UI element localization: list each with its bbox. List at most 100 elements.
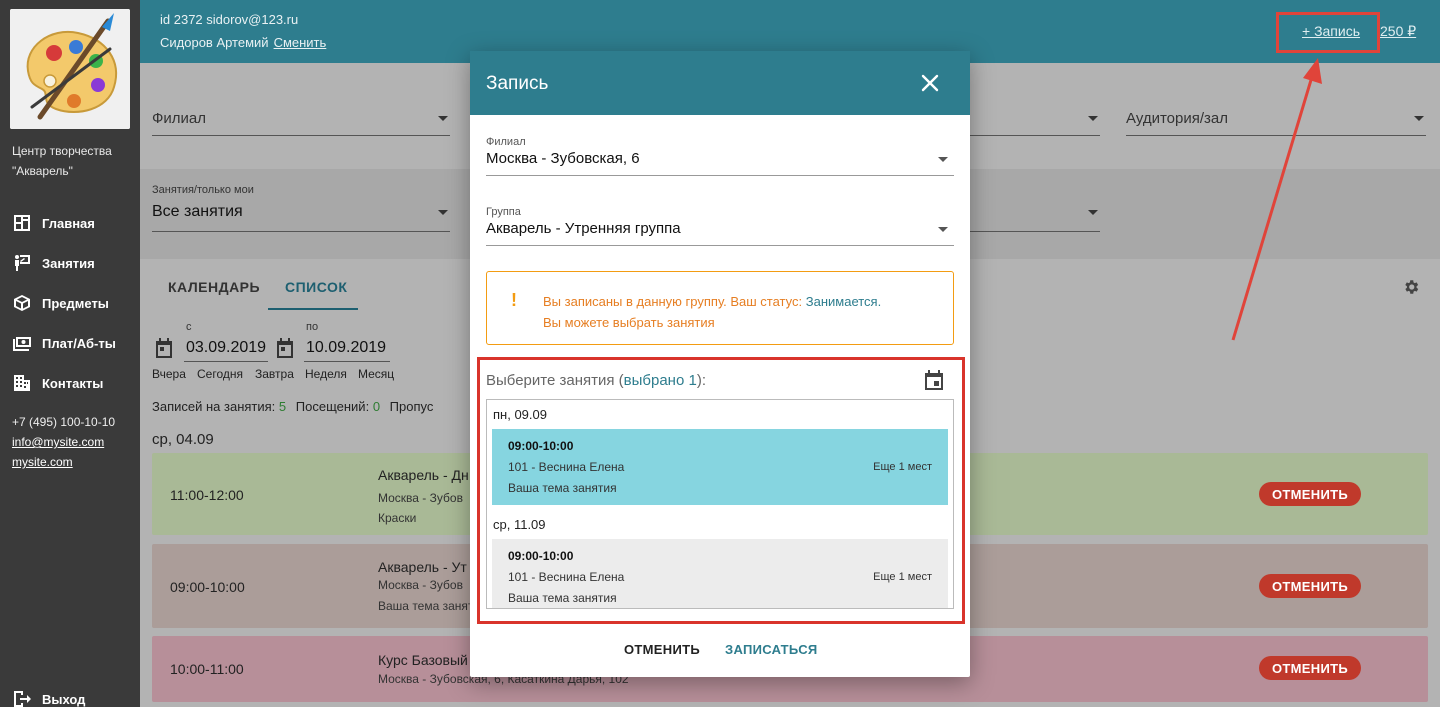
chevron-down-icon	[438, 210, 448, 215]
tab-list[interactable]: СПИСОК	[285, 279, 347, 295]
quick-month[interactable]: Месяц	[358, 367, 394, 381]
dialog-group-label: Группа	[486, 206, 521, 218]
room-filter[interactable]: Аудитория/зал	[1126, 102, 1426, 136]
lesson-topic: Ваша тема занят	[378, 599, 474, 613]
logout-label: Выход	[42, 691, 86, 707]
cancel-lesson-button[interactable]: ОТМЕНИТЬ	[1259, 482, 1361, 506]
list-day-heading: пн, 09.09	[493, 407, 547, 422]
warning-icon: !	[511, 290, 517, 310]
status-alert: ! Вы записаны в данную группу. Ваш стату…	[486, 271, 954, 345]
sidebar-item-contacts[interactable]: Контакты	[12, 372, 103, 394]
quick-tomorrow[interactable]: Завтра	[255, 367, 294, 381]
chevron-down-icon	[1088, 116, 1098, 121]
sidebar-item-label: Предметы	[42, 295, 109, 311]
branch-filter-label: Филиал	[152, 110, 207, 127]
room-filter-label: Аудитория/зал	[1126, 110, 1228, 127]
dashboard-icon	[12, 214, 32, 232]
teacher-filter[interactable]	[970, 186, 1100, 232]
sidebar-item-subjects[interactable]: Предметы	[12, 292, 109, 314]
slot-topic: Ваша тема занятия	[508, 591, 617, 605]
lesson-title: Курс Базовый	[378, 652, 468, 668]
lessons-list[interactable]: пн, 09.09 09:00-10:00 101 - Веснина Елен…	[486, 399, 954, 609]
change-user-link[interactable]: Сменить	[274, 35, 327, 50]
missed-label: Пропус	[389, 399, 434, 414]
user-id: id 2372 sidorov@123.ru	[160, 12, 299, 27]
dialog-cancel-button[interactable]: ОТМЕНИТЬ	[624, 642, 700, 657]
select-title-start: Выберите занятия (	[486, 372, 624, 389]
chevron-down-icon	[1088, 210, 1098, 215]
date-to-underline	[304, 361, 390, 362]
lesson-time: 10:00-11:00	[170, 661, 244, 677]
lessons-icon	[12, 254, 32, 272]
slot-seats: Еще 1 мест	[873, 461, 932, 473]
lessons-filter-label: Занятия/только мои	[152, 184, 254, 196]
sidebar-item-label: Контакты	[42, 375, 104, 391]
list-day-heading: ср, 11.09	[493, 517, 546, 532]
tab-calendar[interactable]: КАЛЕНДАРЬ	[168, 279, 260, 295]
sidebar: Центр творчества "Акварель" Главная Заня…	[0, 0, 140, 707]
date-to-label: по	[306, 321, 319, 333]
dialog-submit-button[interactable]: ЗАПИСАТЬСЯ	[725, 642, 818, 657]
gear-icon[interactable]	[1402, 278, 1420, 296]
close-icon[interactable]	[918, 71, 942, 95]
quick-week[interactable]: Неделя	[305, 367, 347, 381]
dialog-group-value: Акварель - Утренняя группа	[486, 220, 681, 237]
sidebar-item-lessons[interactable]: Занятия	[12, 252, 95, 274]
cancel-lesson-button[interactable]: ОТМЕНИТЬ	[1259, 574, 1361, 598]
user-name: Сидоров Артемий	[160, 35, 269, 50]
sidebar-item-label: Главная	[42, 215, 95, 231]
alert-line2: Вы можете выбрать занятия	[543, 315, 715, 330]
chevron-down-icon	[438, 116, 448, 121]
record-dialog: Запись Филиал Москва - Зубовская, 6 Груп…	[470, 51, 970, 677]
dialog-branch-select[interactable]: Филиал Москва - Зубовская, 6	[486, 136, 954, 176]
sidebar-item-home[interactable]: Главная	[12, 212, 95, 234]
quick-yesterday[interactable]: Вчера	[152, 367, 186, 381]
date-from-underline	[184, 361, 268, 362]
dialog-title: Запись	[486, 73, 549, 94]
email-link[interactable]: info@mysite.com	[12, 432, 115, 452]
slot-seats: Еще 1 мест	[873, 571, 932, 583]
slot-room: 101 - Веснина Елена	[508, 460, 625, 474]
quick-today[interactable]: Сегодня	[197, 367, 243, 381]
lesson-slot-selected[interactable]: 09:00-10:00 101 - Веснина Елена Ваша тем…	[492, 429, 948, 505]
box-icon	[12, 294, 32, 312]
palette-icon	[10, 9, 130, 129]
slot-topic: Ваша тема занятия	[508, 481, 617, 495]
lesson-slot[interactable]: 09:00-10:00 101 - Веснина Елена Ваша тем…	[492, 539, 948, 608]
calendar-icon[interactable]	[275, 337, 295, 359]
slot-room: 101 - Веснина Елена	[508, 570, 625, 584]
lesson-location: Москва - Зубов	[378, 491, 463, 505]
selected-count: выбрано 1	[623, 372, 697, 389]
balance-link[interactable]: 250 ₽	[1380, 23, 1416, 40]
day-heading: ср, 04.09	[152, 431, 214, 448]
site-link[interactable]: mysite.com	[12, 452, 115, 472]
cancel-lesson-button[interactable]: ОТМЕНИТЬ	[1259, 656, 1361, 680]
active-tab-indicator	[268, 308, 358, 310]
records-value: 5	[278, 399, 287, 414]
user-name-row: Сидоров Артемий Сменить	[160, 35, 326, 50]
dialog-group-select[interactable]: Группа Акварель - Утренняя группа	[486, 206, 954, 246]
sidebar-item-payments[interactable]: Плат/Аб-ты	[12, 332, 116, 354]
calendar-icon[interactable]	[923, 369, 945, 391]
date-from-value[interactable]: 03.09.2019	[186, 339, 266, 357]
lesson-title: Акварель - Дн	[378, 467, 469, 483]
group-filter[interactable]	[970, 102, 1100, 136]
select-title-end: ):	[696, 372, 706, 389]
logout-button[interactable]: Выход	[12, 688, 85, 707]
alert-text: Вы записаны в данную группу. Ваш статус:…	[543, 291, 881, 333]
lessons-filter[interactable]: Занятия/только мои Все занятия	[152, 184, 450, 232]
contacts-block: +7 (495) 100-10-10 info@mysite.com mysit…	[12, 412, 115, 472]
lesson-title: Акварель - Ут	[378, 559, 467, 575]
org-name: Центр творчества "Акварель"	[12, 144, 112, 178]
sidebar-item-label: Занятия	[42, 255, 95, 271]
branch-filter[interactable]: Филиал	[152, 102, 450, 136]
date-from-label: с	[186, 321, 192, 333]
slot-time: 09:00-10:00	[508, 549, 574, 563]
lesson-location: Москва - Зубов	[378, 578, 463, 592]
calendar-icon[interactable]	[154, 337, 174, 359]
chevron-down-icon	[938, 157, 948, 162]
visits-label: Посещений:	[295, 399, 370, 414]
date-to-value[interactable]: 10.09.2019	[306, 339, 386, 357]
chevron-down-icon	[1414, 116, 1424, 121]
money-icon	[12, 334, 32, 352]
